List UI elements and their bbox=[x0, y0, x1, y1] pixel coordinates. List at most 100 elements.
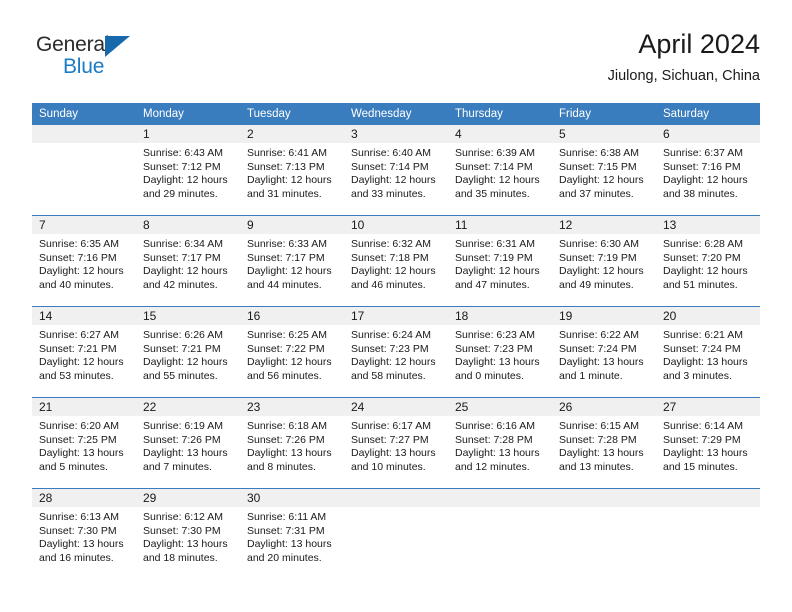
daylight-text-line2: and 56 minutes. bbox=[247, 369, 322, 382]
calendar-day-cell[interactable]: 2 Sunrise: 6:41 AM Sunset: 7:13 PM Daylight… bbox=[240, 125, 344, 215]
sunrise-text: Sunrise: 6:30 AM bbox=[559, 238, 639, 250]
sunrise-text: Sunrise: 6:26 AM bbox=[143, 329, 223, 341]
day-number: 5 bbox=[559, 127, 566, 141]
sunset-text: Sunset: 7:28 PM bbox=[455, 433, 533, 446]
day-number: 20 bbox=[663, 309, 677, 323]
day-number: 7 bbox=[39, 218, 46, 232]
calendar-day-cell[interactable]: 3 Sunrise: 6:40 AM Sunset: 7:14 PM Daylight… bbox=[344, 125, 448, 215]
day-number: 28 bbox=[39, 491, 53, 505]
calendar-day-cell[interactable]: 11 Sunrise: 6:31 AM Sunset: 7:19 PM Dayligh… bbox=[448, 216, 552, 306]
calendar-day-cell[interactable]: 25 Sunrise: 6:16 AM Sunset: 7:28 PM Dayligh… bbox=[448, 398, 552, 488]
day-number: 14 bbox=[39, 309, 53, 323]
calendar-day-cell[interactable]: 29 Sunrise: 6:12 AM Sunset: 7:30 PM Dayligh… bbox=[136, 489, 240, 579]
daylight-text-line1: Daylight: 13 hours bbox=[351, 447, 436, 460]
sunrise-text: Sunrise: 6:31 AM bbox=[455, 238, 535, 250]
weekday-header-thursday: Thursday bbox=[455, 108, 503, 120]
calendar-day-cell[interactable]: 18 Sunrise: 6:23 AM Sunset: 7:23 PM Dayligh… bbox=[448, 307, 552, 397]
calendar-day-cell-empty bbox=[552, 489, 656, 579]
sunset-text: Sunset: 7:27 PM bbox=[351, 433, 429, 446]
calendar-day-cell[interactable]: 26 Sunrise: 6:15 AM Sunset: 7:28 PM Dayligh… bbox=[552, 398, 656, 488]
sunset-text: Sunset: 7:14 PM bbox=[455, 160, 533, 173]
calendar-day-cell[interactable]: 30 Sunrise: 6:11 AM Sunset: 7:31 PM Dayligh… bbox=[240, 489, 344, 579]
sunrise-text: Sunrise: 6:25 AM bbox=[247, 329, 327, 341]
calendar-day-cell[interactable]: 23 Sunrise: 6:18 AM Sunset: 7:26 PM Dayligh… bbox=[240, 398, 344, 488]
day-details: Sunrise: 6:19 AM Sunset: 7:26 PM Daylight:… bbox=[136, 416, 240, 474]
day-details: Sunrise: 6:27 AM Sunset: 7:21 PM Daylight:… bbox=[32, 325, 136, 383]
sunrise-text: Sunrise: 6:40 AM bbox=[351, 147, 431, 159]
day-number-band: 24 bbox=[344, 398, 448, 416]
day-details: Sunrise: 6:31 AM Sunset: 7:19 PM Daylight:… bbox=[448, 234, 552, 292]
day-number-band: 18 bbox=[448, 307, 552, 325]
calendar-grid: Sunday Monday Tuesday Wednesday Thursday… bbox=[32, 103, 760, 579]
sunset-text: Sunset: 7:18 PM bbox=[351, 251, 429, 264]
calendar-day-cell[interactable]: 8 Sunrise: 6:34 AM Sunset: 7:17 PM Daylight… bbox=[136, 216, 240, 306]
day-number-band: 6 bbox=[656, 125, 760, 143]
day-number: 1 bbox=[143, 127, 150, 141]
daylight-text-line2: and 13 minutes. bbox=[559, 460, 634, 473]
calendar-day-cell[interactable]: 15 Sunrise: 6:26 AM Sunset: 7:21 PM Dayligh… bbox=[136, 307, 240, 397]
daylight-text-line2: and 38 minutes. bbox=[663, 187, 738, 200]
sunset-text: Sunset: 7:25 PM bbox=[39, 433, 117, 446]
calendar-day-cell[interactable]: 6 Sunrise: 6:37 AM Sunset: 7:16 PM Daylight… bbox=[656, 125, 760, 215]
calendar-day-cell[interactable]: 28 Sunrise: 6:13 AM Sunset: 7:30 PM Dayligh… bbox=[32, 489, 136, 579]
sunset-text: Sunset: 7:16 PM bbox=[663, 160, 741, 173]
calendar-day-cell[interactable]: 22 Sunrise: 6:19 AM Sunset: 7:26 PM Dayligh… bbox=[136, 398, 240, 488]
day-details: Sunrise: 6:33 AM Sunset: 7:17 PM Daylight:… bbox=[240, 234, 344, 292]
daylight-text-line2: and 10 minutes. bbox=[351, 460, 426, 473]
calendar-day-cell[interactable]: 24 Sunrise: 6:17 AM Sunset: 7:27 PM Dayligh… bbox=[344, 398, 448, 488]
day-number: 27 bbox=[663, 400, 677, 414]
day-number-band: 11 bbox=[448, 216, 552, 234]
calendar-day-cell[interactable]: 4 Sunrise: 6:39 AM Sunset: 7:14 PM Daylight… bbox=[448, 125, 552, 215]
day-number-band: 26 bbox=[552, 398, 656, 416]
calendar-day-cell[interactable]: 16 Sunrise: 6:25 AM Sunset: 7:22 PM Dayligh… bbox=[240, 307, 344, 397]
calendar-day-cell[interactable]: 5 Sunrise: 6:38 AM Sunset: 7:15 PM Daylight… bbox=[552, 125, 656, 215]
daylight-text-line2: and 5 minutes. bbox=[39, 460, 108, 473]
calendar-day-cell[interactable]: 19 Sunrise: 6:22 AM Sunset: 7:24 PM Dayligh… bbox=[552, 307, 656, 397]
daylight-text-line2: and 0 minutes. bbox=[455, 369, 524, 382]
day-number: 22 bbox=[143, 400, 157, 414]
daylight-text-line2: and 53 minutes. bbox=[39, 369, 114, 382]
calendar-week-row: 28 Sunrise: 6:13 AM Sunset: 7:30 PM Dayligh… bbox=[32, 488, 760, 579]
day-details: Sunrise: 6:11 AM Sunset: 7:31 PM Daylight:… bbox=[240, 507, 344, 565]
day-number-band: 29 bbox=[136, 489, 240, 507]
sunrise-text: Sunrise: 6:14 AM bbox=[663, 420, 743, 432]
daylight-text-line1: Daylight: 12 hours bbox=[247, 174, 332, 187]
calendar-week-row: 14 Sunrise: 6:27 AM Sunset: 7:21 PM Dayligh… bbox=[32, 306, 760, 397]
calendar-week-row: 21 Sunrise: 6:20 AM Sunset: 7:25 PM Dayligh… bbox=[32, 397, 760, 488]
calendar-day-cell-empty bbox=[32, 125, 136, 215]
day-number-band bbox=[32, 125, 136, 143]
daylight-text-line1: Daylight: 13 hours bbox=[247, 538, 332, 551]
day-number: 3 bbox=[351, 127, 358, 141]
sunset-text: Sunset: 7:23 PM bbox=[455, 342, 533, 355]
daylight-text-line2: and 42 minutes. bbox=[143, 278, 218, 291]
sunrise-text: Sunrise: 6:19 AM bbox=[143, 420, 223, 432]
sunset-text: Sunset: 7:21 PM bbox=[39, 342, 117, 355]
day-details: Sunrise: 6:16 AM Sunset: 7:28 PM Daylight:… bbox=[448, 416, 552, 474]
daylight-text-line1: Daylight: 12 hours bbox=[351, 174, 436, 187]
calendar-day-cell[interactable]: 13 Sunrise: 6:28 AM Sunset: 7:20 PM Dayligh… bbox=[656, 216, 760, 306]
calendar-day-cell[interactable]: 7 Sunrise: 6:35 AM Sunset: 7:16 PM Daylight… bbox=[32, 216, 136, 306]
day-details: Sunrise: 6:14 AM Sunset: 7:29 PM Daylight:… bbox=[656, 416, 760, 474]
day-details: Sunrise: 6:26 AM Sunset: 7:21 PM Daylight:… bbox=[136, 325, 240, 383]
calendar-day-cell[interactable]: 17 Sunrise: 6:24 AM Sunset: 7:23 PM Dayligh… bbox=[344, 307, 448, 397]
sunrise-text: Sunrise: 6:20 AM bbox=[39, 420, 119, 432]
weekday-header-sunday: Sunday bbox=[39, 108, 79, 120]
calendar-day-cell[interactable]: 27 Sunrise: 6:14 AM Sunset: 7:29 PM Dayligh… bbox=[656, 398, 760, 488]
calendar-day-cell[interactable]: 12 Sunrise: 6:30 AM Sunset: 7:19 PM Dayligh… bbox=[552, 216, 656, 306]
sunrise-text: Sunrise: 6:38 AM bbox=[559, 147, 639, 159]
daylight-text-line1: Daylight: 13 hours bbox=[39, 447, 124, 460]
daylight-text-line1: Daylight: 12 hours bbox=[663, 174, 748, 187]
day-number: 4 bbox=[455, 127, 462, 141]
calendar-day-cell[interactable]: 9 Sunrise: 6:33 AM Sunset: 7:17 PM Daylight… bbox=[240, 216, 344, 306]
sunrise-text: Sunrise: 6:23 AM bbox=[455, 329, 535, 341]
calendar-day-cell[interactable]: 21 Sunrise: 6:20 AM Sunset: 7:25 PM Dayligh… bbox=[32, 398, 136, 488]
day-details: Sunrise: 6:23 AM Sunset: 7:23 PM Daylight:… bbox=[448, 325, 552, 383]
sunset-text: Sunset: 7:17 PM bbox=[143, 251, 221, 264]
calendar-day-cell[interactable]: 20 Sunrise: 6:21 AM Sunset: 7:24 PM Dayligh… bbox=[656, 307, 760, 397]
calendar-day-cell[interactable]: 10 Sunrise: 6:32 AM Sunset: 7:18 PM Dayligh… bbox=[344, 216, 448, 306]
day-details: Sunrise: 6:25 AM Sunset: 7:22 PM Daylight:… bbox=[240, 325, 344, 383]
daylight-text-line1: Daylight: 12 hours bbox=[559, 265, 644, 278]
calendar-day-cell[interactable]: 1 Sunrise: 6:43 AM Sunset: 7:12 PM Daylight… bbox=[136, 125, 240, 215]
calendar-day-cell[interactable]: 14 Sunrise: 6:27 AM Sunset: 7:21 PM Dayligh… bbox=[32, 307, 136, 397]
daylight-text-line2: and 15 minutes. bbox=[663, 460, 738, 473]
